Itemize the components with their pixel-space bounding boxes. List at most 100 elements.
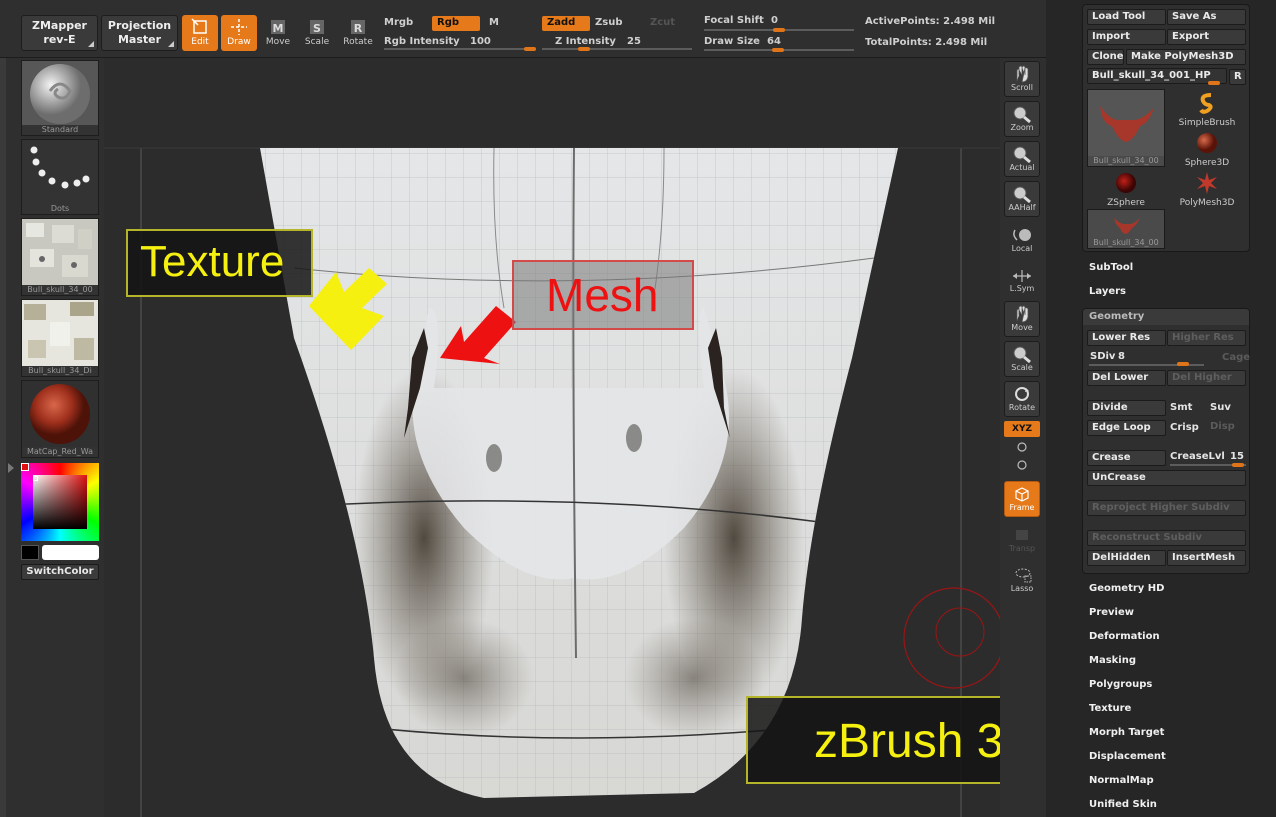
canvas-viewport[interactable]: Texture Mesh zBrush 3.1 [104, 58, 1000, 817]
aahalf-button[interactable]: AAHalf [1004, 181, 1040, 217]
saturation-box[interactable] [33, 475, 87, 529]
smt-toggle[interactable]: Smt [1170, 402, 1192, 413]
geometry-hd-menu[interactable]: Geometry HD [1089, 583, 1164, 594]
scale-button[interactable]: S Scale [299, 15, 335, 51]
m-toggle[interactable]: M [489, 17, 499, 28]
tool-thumb-zsphere[interactable]: ZSphere [1087, 169, 1165, 209]
unified-skin-menu[interactable]: Unified Skin [1089, 799, 1157, 810]
color-cursor-icon [33, 476, 38, 481]
lsym-button[interactable]: L.Sym [1004, 263, 1040, 299]
material-selector[interactable]: MatCap_Red_Wa [21, 380, 99, 458]
svg-text:S: S [313, 22, 321, 35]
texture-menu[interactable]: Texture [1089, 703, 1131, 714]
brush-selector[interactable]: Standard [21, 60, 99, 136]
z-intensity-knob[interactable] [578, 47, 590, 51]
zadd-toggle[interactable]: Zadd [542, 16, 590, 31]
focal-shift-knob[interactable] [773, 28, 785, 32]
make-polymesh-button[interactable]: Make PolyMesh3D [1126, 49, 1246, 65]
masking-menu[interactable]: Masking [1089, 655, 1136, 666]
creaselvl-knob[interactable] [1232, 463, 1244, 467]
layers-menu[interactable]: Layers [1089, 286, 1126, 297]
lasso-button[interactable]: Lasso [1004, 563, 1040, 599]
r-button[interactable]: R [1229, 69, 1246, 85]
actual-button[interactable]: Actual [1004, 141, 1040, 177]
higher-res-button[interactable]: Higher Res [1167, 330, 1246, 346]
projection-master-button[interactable]: Projection Master [101, 15, 178, 51]
primary-color-swatch[interactable] [42, 545, 99, 560]
texture2-selector[interactable]: Bull_skull_34_Di [21, 299, 99, 377]
rotate-button[interactable]: R Rotate [340, 15, 376, 51]
viewport-scale-button[interactable]: Scale [1004, 341, 1040, 377]
secondary-color-swatch[interactable] [21, 545, 39, 560]
reconstruct-button[interactable]: Reconstruct Subdiv [1087, 530, 1246, 546]
load-tool-button[interactable]: Load Tool [1087, 9, 1166, 25]
edit-button[interactable]: Edit [182, 15, 218, 51]
zoom-button[interactable]: Zoom [1004, 101, 1040, 137]
disp-slider[interactable]: Disp [1210, 421, 1235, 432]
z-axis-rotate-icon[interactable] [1016, 459, 1028, 471]
local-button[interactable]: Local [1004, 223, 1040, 259]
tool-thumb-simplebrush[interactable]: SimpleBrush [1168, 89, 1246, 129]
save-as-button[interactable]: Save As [1167, 9, 1246, 25]
xyz-toggle[interactable]: XYZ [1004, 421, 1040, 437]
suv-toggle[interactable]: Suv [1210, 402, 1231, 413]
rgb-toggle[interactable]: Rgb [432, 16, 480, 31]
tool-thumb-polymesh3d[interactable]: PolyMesh3D [1168, 169, 1246, 209]
subtool-menu[interactable]: SubTool [1089, 262, 1133, 273]
reproject-button[interactable]: Reproject Higher Subdiv [1087, 500, 1246, 516]
export-button[interactable]: Export [1167, 29, 1246, 45]
viewport-move-button[interactable]: Move [1004, 301, 1040, 337]
viewport-scale-label: Scale [1011, 363, 1033, 372]
del-lower-button[interactable]: Del Lower [1087, 370, 1166, 386]
switch-color-button[interactable]: SwitchColor [21, 564, 99, 580]
delhidden-button[interactable]: DelHidden [1087, 550, 1166, 566]
draw-size-knob[interactable] [772, 48, 784, 52]
move-button[interactable]: M Move [260, 15, 296, 51]
zcut-toggle[interactable]: Zcut [650, 17, 675, 28]
tool-thumb-bull[interactable]: Bull_skull_34_00 [1087, 89, 1165, 167]
del-higher-button[interactable]: Del Higher [1167, 370, 1246, 386]
rgb-intensity-slider[interactable] [384, 48, 534, 50]
tool-thumb-sphere3d[interactable]: Sphere3D [1168, 129, 1246, 169]
import-button[interactable]: Import [1087, 29, 1166, 45]
uncrease-button[interactable]: UnCrease [1087, 470, 1246, 486]
insertmesh-button[interactable]: InsertMesh [1167, 550, 1246, 566]
crisp-toggle[interactable]: Crisp [1170, 422, 1199, 433]
transp-button[interactable]: Transp [1004, 523, 1040, 559]
morph-target-menu[interactable]: Morph Target [1089, 727, 1164, 738]
clone-button[interactable]: Clone [1087, 49, 1124, 65]
zsub-toggle[interactable]: Zsub [595, 17, 622, 28]
lower-res-button[interactable]: Lower Res [1087, 330, 1166, 346]
mrgb-toggle[interactable]: Mrgb [384, 17, 413, 28]
sdiv-knob[interactable] [1176, 362, 1189, 366]
texture-selector[interactable]: Bull_skull_34_00 [21, 218, 99, 296]
stroke-selector[interactable]: Dots [21, 139, 99, 215]
deformation-menu[interactable]: Deformation [1089, 631, 1160, 642]
master-label: Master [117, 33, 162, 46]
scale-magnifier-icon [1013, 346, 1031, 363]
divide-button[interactable]: Divide [1087, 400, 1166, 416]
current-tool-slider[interactable]: Bull_skull_34_001_HP [1087, 68, 1227, 84]
z-intensity-slider[interactable] [542, 48, 692, 50]
draw-button[interactable]: Draw [221, 15, 257, 51]
polygroups-menu[interactable]: Polygroups [1089, 679, 1152, 690]
rgb-intensity-knob[interactable] [524, 47, 536, 51]
crease-button[interactable]: Crease [1087, 450, 1166, 466]
main-color-swatch[interactable] [21, 463, 29, 471]
y-axis-rotate-icon[interactable] [1016, 441, 1028, 453]
normalmap-menu[interactable]: NormalMap [1089, 775, 1154, 786]
scroll-button[interactable]: Scroll [1004, 61, 1040, 97]
frame-button[interactable]: Frame [1004, 481, 1040, 517]
displacement-menu[interactable]: Displacement [1089, 751, 1166, 762]
tray-arrow-icon[interactable] [8, 463, 14, 473]
current-tool-knob[interactable] [1208, 81, 1220, 85]
color-picker[interactable] [21, 463, 99, 541]
cage-button[interactable]: Cage [1222, 352, 1250, 363]
viewport-rotate-button[interactable]: Rotate [1004, 381, 1040, 417]
creaselvl-label: CreaseLvl [1170, 451, 1225, 462]
edge-loop-button[interactable]: Edge Loop [1087, 420, 1166, 436]
preview-menu[interactable]: Preview [1089, 607, 1134, 618]
tool-thumb-bull-small[interactable]: Bull_skull_34_00 [1087, 209, 1165, 249]
zmapper-button[interactable]: ZMapper rev-E [21, 15, 98, 51]
simplebrush-icon [1199, 93, 1213, 114]
